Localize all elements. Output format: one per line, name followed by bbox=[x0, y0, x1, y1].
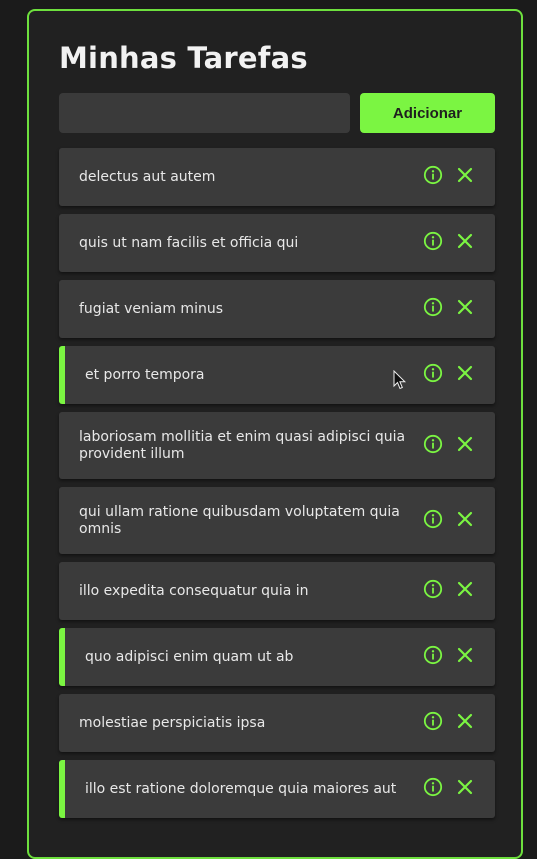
info-icon[interactable] bbox=[423, 645, 443, 665]
info-icon[interactable] bbox=[423, 509, 443, 529]
close-icon[interactable] bbox=[455, 645, 475, 665]
close-icon[interactable] bbox=[455, 297, 475, 317]
task-text: quis ut nam facilis et officia qui bbox=[79, 234, 299, 251]
tasks-card: Minhas Tarefas Adicionar delectus aut au… bbox=[27, 9, 523, 859]
task-text: illo expedita consequatur quia in bbox=[79, 582, 309, 599]
close-icon[interactable] bbox=[455, 777, 475, 797]
task-actions bbox=[423, 509, 475, 529]
task-list: delectus aut autem quis ut nam facilis et… bbox=[59, 148, 495, 826]
info-icon[interactable] bbox=[423, 579, 443, 599]
close-icon[interactable] bbox=[455, 165, 475, 185]
task-item[interactable]: molestiae perspiciatis ipsa bbox=[59, 694, 495, 752]
close-icon[interactable] bbox=[455, 231, 475, 251]
task-actions bbox=[423, 165, 475, 185]
task-item[interactable]: quo adipisci enim quam ut ab bbox=[59, 628, 495, 686]
task-item[interactable]: quis ut nam facilis et officia qui bbox=[59, 214, 495, 272]
info-icon[interactable] bbox=[423, 777, 443, 797]
task-actions bbox=[423, 777, 475, 797]
info-icon[interactable] bbox=[423, 165, 443, 185]
task-item[interactable]: fugiat veniam minus bbox=[59, 280, 495, 338]
task-text: delectus aut autem bbox=[79, 168, 216, 185]
task-actions bbox=[423, 297, 475, 317]
task-text: molestiae perspiciatis ipsa bbox=[79, 714, 266, 731]
task-item[interactable]: illo expedita consequatur quia in bbox=[59, 562, 495, 620]
task-text: quo adipisci enim quam ut ab bbox=[85, 648, 294, 665]
task-actions bbox=[423, 231, 475, 251]
task-actions bbox=[423, 645, 475, 665]
info-icon[interactable] bbox=[423, 363, 443, 383]
close-icon[interactable] bbox=[455, 579, 475, 599]
page-title: Minhas Tarefas bbox=[59, 41, 308, 75]
info-icon[interactable] bbox=[423, 297, 443, 317]
task-item[interactable]: et porro tempora bbox=[59, 346, 495, 404]
task-text: fugiat veniam minus bbox=[79, 300, 223, 317]
info-icon[interactable] bbox=[423, 231, 443, 251]
close-icon[interactable] bbox=[455, 711, 475, 731]
task-item[interactable]: laboriosam mollitia et enim quasi adipis… bbox=[59, 412, 495, 479]
task-actions bbox=[423, 434, 475, 454]
task-item[interactable]: illo est ratione doloremque quia maiores… bbox=[59, 760, 495, 818]
task-input[interactable] bbox=[59, 93, 350, 133]
task-actions bbox=[423, 579, 475, 599]
close-icon[interactable] bbox=[455, 363, 475, 383]
task-item[interactable]: qui ullam ratione quibusdam voluptatem q… bbox=[59, 487, 495, 554]
task-text: qui ullam ratione quibusdam voluptatem q… bbox=[79, 503, 400, 537]
task-text: illo est ratione doloremque quia maiores… bbox=[85, 780, 397, 797]
close-icon[interactable] bbox=[455, 434, 475, 454]
close-icon[interactable] bbox=[455, 509, 475, 529]
task-actions bbox=[423, 363, 475, 383]
info-icon[interactable] bbox=[423, 711, 443, 731]
task-text: laboriosam mollitia et enim quasi adipis… bbox=[79, 428, 406, 462]
task-text: et porro tempora bbox=[85, 366, 205, 383]
info-icon[interactable] bbox=[423, 434, 443, 454]
task-item[interactable]: delectus aut autem bbox=[59, 148, 495, 206]
add-task-button[interactable]: Adicionar bbox=[360, 93, 495, 133]
task-actions bbox=[423, 711, 475, 731]
